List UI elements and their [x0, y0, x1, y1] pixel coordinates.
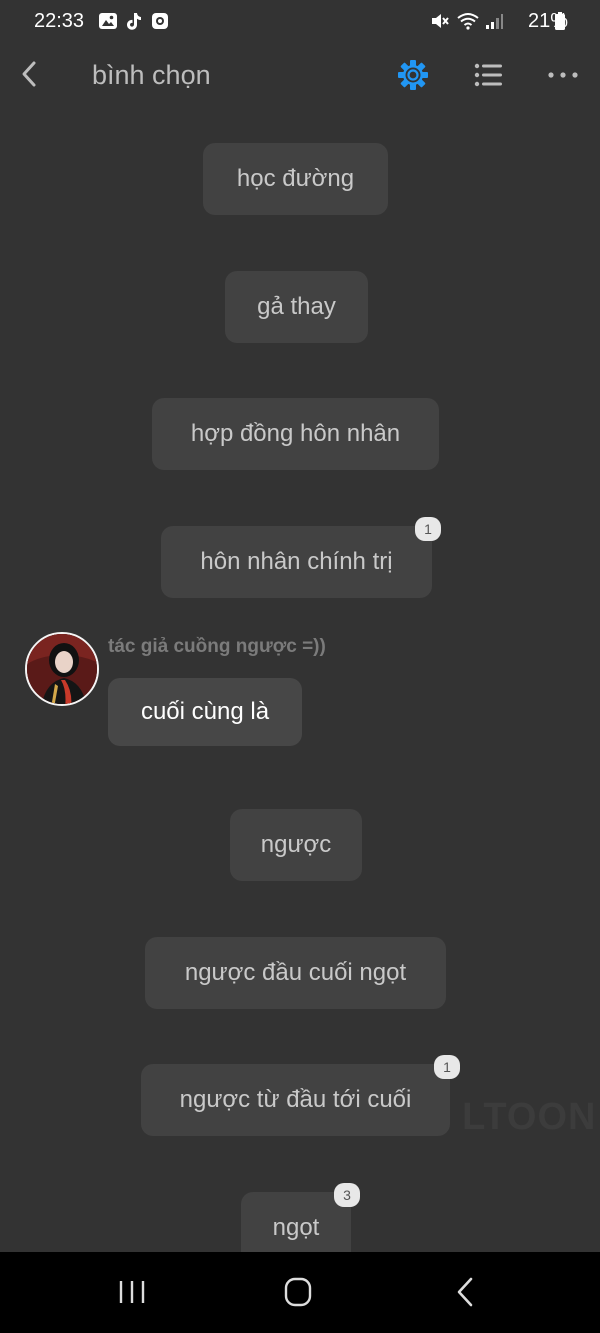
- page-title: bình chọn: [92, 60, 211, 90]
- poll-option-label: ngược đầu cuối ngọt: [184, 959, 407, 986]
- message-author: tác giả cuồng ngược =)): [108, 636, 326, 657]
- poll-option-label: ngược từ đầu tới cuối: [179, 1086, 412, 1113]
- poll-option-label: hôn nhân chính trị: [200, 548, 393, 575]
- message-bubble: cuối cùng là: [108, 678, 302, 746]
- more-icon[interactable]: [546, 58, 580, 92]
- nav-back-icon[interactable]: [446, 1274, 486, 1310]
- poll-option[interactable]: hôn nhân chính trị: [161, 526, 432, 598]
- watermark: LTOON: [462, 1096, 597, 1138]
- poll-option-label: hợp đồng hôn nhân: [190, 420, 401, 447]
- list-icon[interactable]: [472, 58, 506, 92]
- poll-option[interactable]: gả thay: [225, 271, 368, 343]
- battery-icon: [555, 12, 565, 30]
- wifi-icon: [457, 13, 479, 30]
- poll-option-label: ngọt: [272, 1214, 320, 1241]
- top-app-bar: bình chọn: [0, 44, 600, 108]
- signal-icon: [486, 14, 503, 29]
- poll-option-label: gả thay: [257, 293, 336, 320]
- avatar[interactable]: [25, 632, 99, 706]
- avatar-image: [27, 634, 97, 704]
- poll-option[interactable]: hợp đồng hôn nhân: [152, 398, 439, 470]
- poll-option[interactable]: học đường: [203, 143, 388, 215]
- settings-icon[interactable]: [396, 58, 430, 92]
- poll-option-label: ngược: [260, 831, 332, 858]
- poll-option[interactable]: ngược đầu cuối ngọt: [145, 937, 446, 1009]
- vote-count-badge: 1: [434, 1055, 460, 1079]
- status-bar: 22:33 21%: [0, 0, 600, 44]
- poll-option[interactable]: ngược từ đầu tới cuối: [141, 1064, 450, 1136]
- back-icon[interactable]: [16, 58, 46, 90]
- nav-recents-icon[interactable]: [112, 1274, 152, 1310]
- gallery-icon: [99, 13, 117, 29]
- vote-count-badge: 1: [415, 517, 441, 541]
- tiktok-icon: [127, 13, 141, 30]
- poll-option[interactable]: ngược: [230, 809, 362, 881]
- status-time: 22:33: [34, 10, 85, 32]
- system-nav-bar: [0, 1252, 600, 1333]
- poll-option-label: học đường: [236, 165, 355, 192]
- message-text: cuối cùng là: [140, 698, 270, 725]
- mute-icon: [432, 14, 449, 28]
- app-notification-icon: [152, 13, 168, 29]
- nav-home-icon[interactable]: [278, 1274, 318, 1310]
- vote-count-badge: 3: [334, 1183, 360, 1207]
